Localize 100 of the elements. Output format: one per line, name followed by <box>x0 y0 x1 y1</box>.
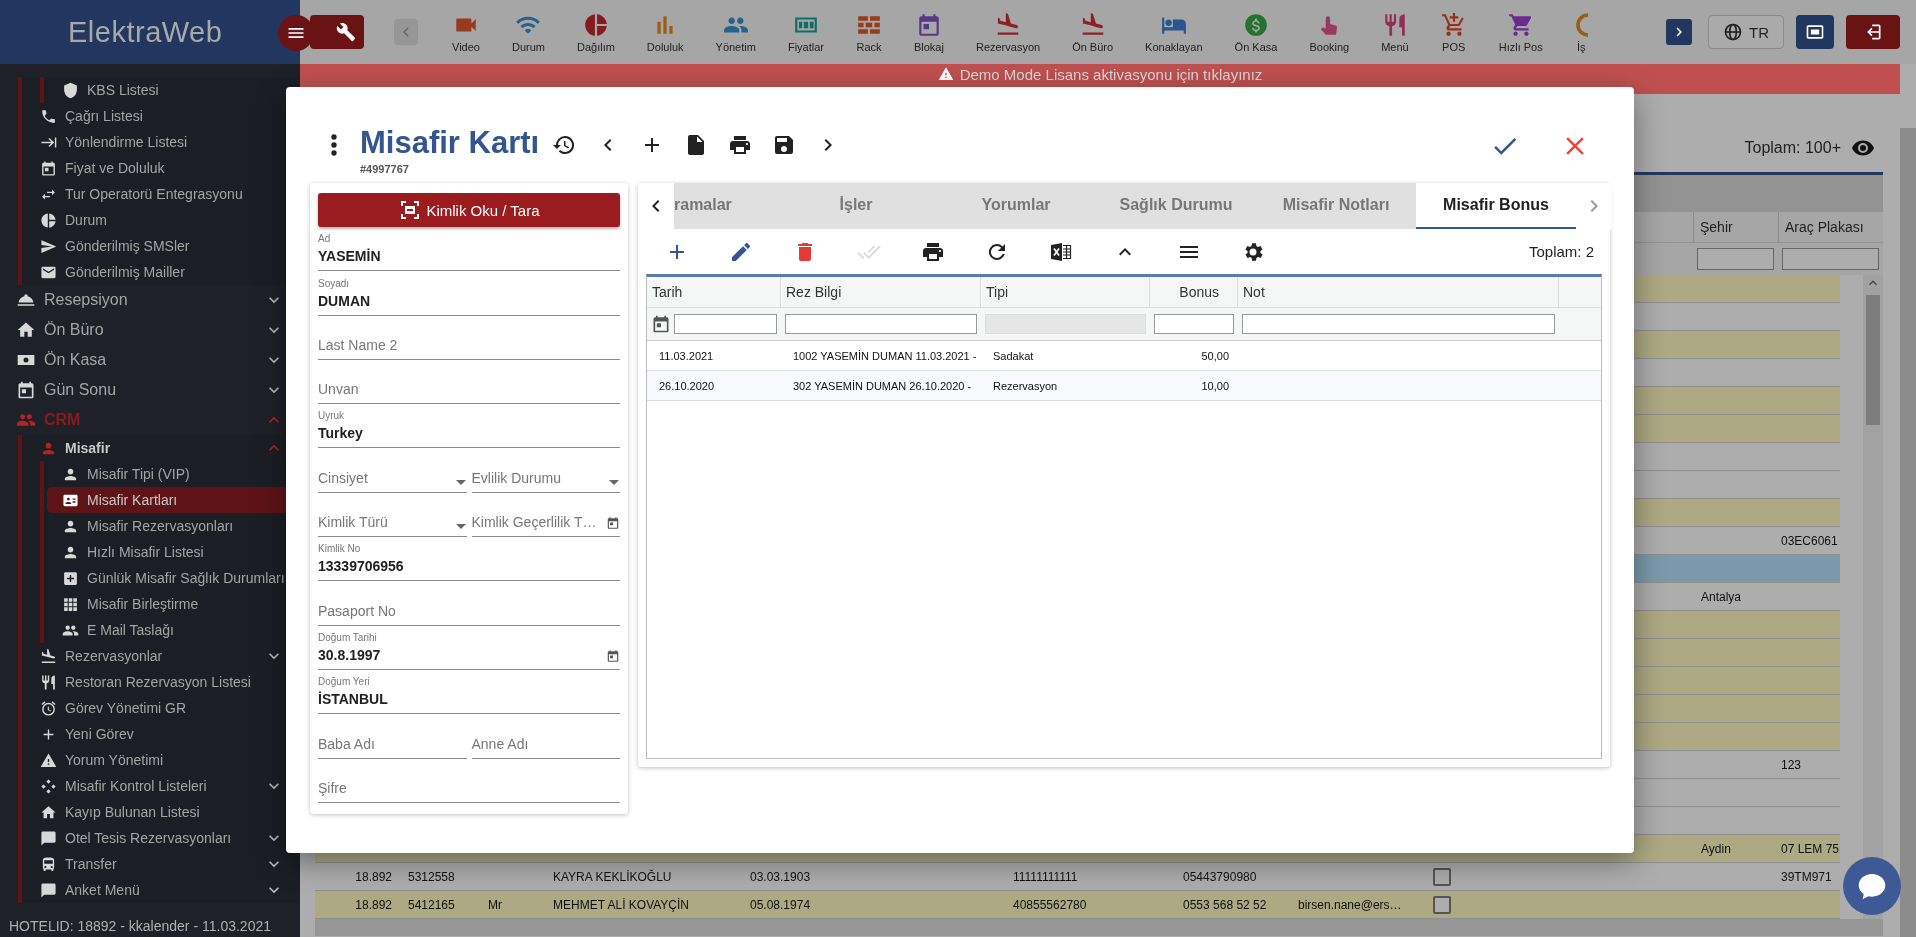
column-header[interactable]: Tarih <box>647 277 781 307</box>
sidebar-item[interactable]: Restoran Rezervasyon Listesi <box>22 669 300 695</box>
module-button[interactable]: Yönetim <box>715 11 756 53</box>
input-field[interactable]: Kimlik No 13339706956 <box>318 537 620 582</box>
select-field[interactable]: Kimlik Türü <box>318 492 467 538</box>
calendar-icon <box>606 516 620 531</box>
kebab-icon <box>330 133 338 157</box>
module-button[interactable]: Blokaj <box>913 11 944 53</box>
select-field[interactable]: Cinsiyet <box>318 448 467 493</box>
scan-id-button[interactable]: Kimlik Oku / Tara <box>318 193 620 227</box>
sidebar-item[interactable]: Kayıp Bulunan Listesi <box>22 799 300 825</box>
sidebar-item[interactable]: Ön Büro <box>0 315 300 345</box>
module-button[interactable]: Fiyatlar <box>787 11 824 53</box>
filter-field[interactable] <box>1154 314 1234 334</box>
sidebar-item[interactable]: Yorum Yönetimi <box>22 747 300 773</box>
sidebar-item[interactable]: Tur Operatorü Entegrasyonu <box>22 181 300 207</box>
sidebar-item[interactable]: Misafir Kontrol Listeleri <box>22 773 300 799</box>
input-field[interactable]: Baba Adı <box>318 714 467 759</box>
calendar-icon <box>40 159 57 177</box>
module-button[interactable]: Konaklayan <box>1145 11 1203 53</box>
date-field[interactable]: Doğum Tarihi 30.8.1997 <box>318 625 620 670</box>
input-field[interactable]: Pasaport No <box>318 581 620 626</box>
sidebar-item[interactable]: Gönderilmiş Mailler <box>22 259 300 285</box>
sidebar-item[interactable]: Yeni Görev <box>22 721 300 747</box>
input-field[interactable]: Doğum Yeri İSTANBUL <box>318 669 620 715</box>
scrollbar-thumb[interactable] <box>1866 295 1880 425</box>
column-header[interactable]: Araç Plakası <box>1778 212 1883 242</box>
filter-field[interactable] <box>674 314 777 334</box>
sidebar-item[interactable]: Görev Yönetimi GR <box>22 695 300 721</box>
calendar-icon[interactable] <box>651 314 671 334</box>
module-button[interactable]: Rack <box>855 11 882 53</box>
input-field[interactable]: Unvan <box>318 359 620 405</box>
table-row[interactable]: 18.892 5412165 Mr MEHMET ALİ KOVAYÇİN 05.08.1974 40855562780 0553 568 52 52 birsen.nane@ers… <box>315 891 1840 919</box>
sidebar-item[interactable]: Misafir Tipi (VIP) <box>47 461 300 487</box>
column-header[interactable]: Rez Bilgi <box>781 277 981 307</box>
module-button[interactable]: Durum <box>511 11 545 53</box>
column-header[interactable]: Bonus <box>1150 277 1238 307</box>
module-button[interactable]: Ön Büro <box>1072 11 1114 53</box>
horizontal-scrollbar[interactable] <box>315 919 1883 936</box>
sidebar-item[interactable]: Misafir Rezervasyonları <box>47 513 300 539</box>
sidebar-item[interactable]: Fiyat ve Doluluk <box>22 155 300 181</box>
sidebar-item[interactable]: Gün Sonu <box>0 375 300 405</box>
module-button[interactable]: Rezervasyon <box>975 11 1041 53</box>
tools-button[interactable] <box>310 15 364 49</box>
module-button[interactable]: Video <box>452 11 480 53</box>
sidebar-item[interactable]: Çağrı Listesi <box>22 103 300 129</box>
print-icon[interactable] <box>728 133 753 157</box>
more-button[interactable] <box>330 133 338 157</box>
logout-button[interactable] <box>1846 15 1900 49</box>
sidebar-item[interactable]: KBS Listesi <box>47 77 300 103</box>
language-button[interactable]: TR <box>1708 15 1784 49</box>
sidebar-item[interactable]: Yönlendirme Listesi <box>22 129 300 155</box>
plane-landing-icon <box>40 647 57 665</box>
filter-field[interactable] <box>1782 248 1879 270</box>
module-button[interactable]: Doluluk <box>646 11 684 53</box>
module-button[interactable]: Menü <box>1381 11 1409 53</box>
sidebar-item[interactable]: Transfer <box>22 851 300 877</box>
sidebar-item[interactable]: Günlük Misafir Sağlık Durumları <box>47 565 300 591</box>
sidebar-item[interactable]: Misafir Birleştirme <box>47 591 300 617</box>
sidebar-item[interactable]: Anket Menü <box>22 877 300 903</box>
column-header[interactable]: Tipi <box>981 277 1150 307</box>
filter-field[interactable] <box>1697 248 1774 270</box>
scroll-right-button[interactable] <box>1666 19 1692 45</box>
module-button[interactable]: İş <box>1574 11 1588 53</box>
module-button[interactable]: Ön Kasa <box>1234 11 1278 53</box>
input-field[interactable]: Last Name 2 <box>318 315 620 360</box>
sidebar-item[interactable]: Durum <box>22 207 300 233</box>
module-button[interactable]: POS <box>1440 11 1467 53</box>
filter-field[interactable] <box>785 314 977 334</box>
row-checkbox[interactable] <box>1433 895 1451 914</box>
module-button[interactable]: Dağılım <box>576 11 615 53</box>
scrollbar[interactable] <box>1863 275 1883 919</box>
row-checkbox[interactable] <box>1433 867 1451 886</box>
date-field[interactable]: Kimlik Geçerlilik T… <box>471 492 620 538</box>
input-field[interactable]: Uyruk Turkey <box>318 404 620 449</box>
column-header[interactable]: Not <box>1238 277 1559 307</box>
page-scrollbar[interactable] <box>1900 128 1916 937</box>
history-icon[interactable] <box>552 133 577 157</box>
tab[interactable]: Misafir Bonus <box>1416 183 1576 229</box>
sidebar-item[interactable]: Misafir <box>22 435 300 461</box>
table-cell-text: 07 LEM 75 <box>1780 841 1840 856</box>
input-field[interactable]: Şifre <box>318 758 620 803</box>
column-header[interactable]: Şehir <box>1693 212 1778 242</box>
select-field[interactable]: Evlilik Durumu <box>471 448 620 493</box>
sidebar-item[interactable]: Otel Tesis Rezervasyonları <box>22 825 300 851</box>
chat-button[interactable] <box>1843 857 1901 915</box>
sidebar-item[interactable]: Hızlı Misafir Listesi <box>47 539 300 565</box>
input-field[interactable]: Anne Adı <box>471 714 620 759</box>
sidebar-item[interactable]: Rezervasyonlar <box>22 643 300 669</box>
sidebar-item[interactable]: Gönderilmiş SMSler <box>22 233 300 259</box>
module-button[interactable]: Hızlı Pos <box>1498 11 1543 53</box>
screen-button[interactable] <box>1796 15 1834 49</box>
input-field[interactable]: Ad YASEMİN <box>318 227 620 272</box>
module-button[interactable]: Booking <box>1309 11 1350 53</box>
sidebar-item[interactable]: E Mail Taslağı <box>47 617 300 643</box>
input-field[interactable]: Soyadı DUMAN <box>318 271 620 316</box>
filter-field[interactable] <box>1242 314 1555 334</box>
sidebar-item[interactable]: Resepsiyon <box>0 285 300 315</box>
tab-scroll-left[interactable] <box>638 183 674 229</box>
sidebar-item[interactable]: Ön Kasa <box>0 345 300 375</box>
